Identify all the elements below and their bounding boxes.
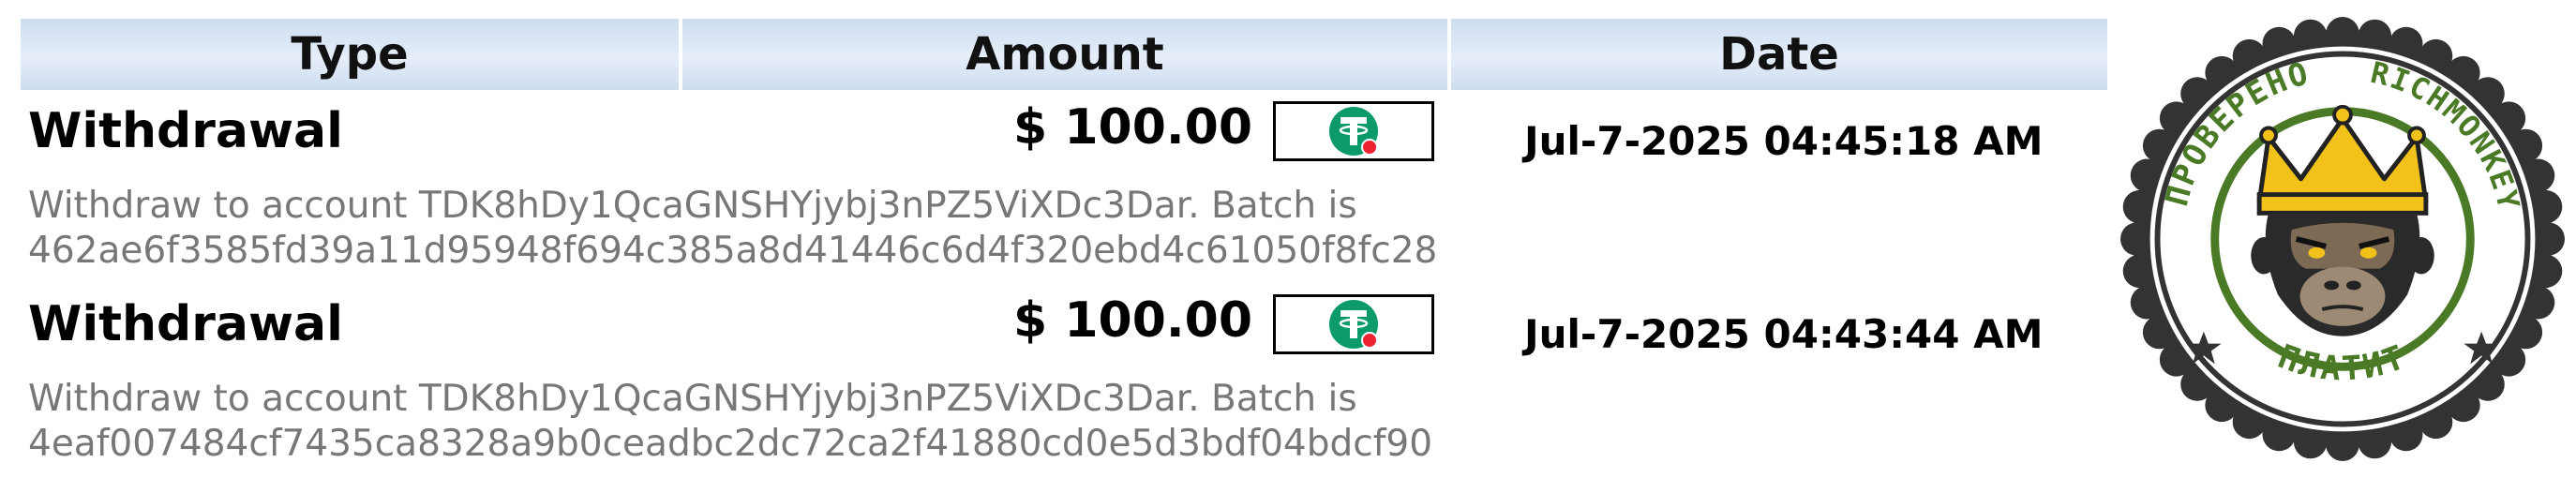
column-header-amount: Amount xyxy=(682,19,1447,90)
transaction-amount: $ 100.00 xyxy=(1013,292,1252,349)
transaction-amount: $ 100.00 xyxy=(1013,99,1252,156)
transaction-description: Withdraw to account TDK8hDy1QcaGNSHYjybj… xyxy=(28,184,1437,274)
transaction-type: Withdrawal xyxy=(28,296,343,352)
transaction-date: Jul-7-2025 04:45:18 AM xyxy=(1524,118,2044,164)
tether-usdt-trc20-icon xyxy=(1329,300,1378,349)
tether-usdt-trc20-icon xyxy=(1329,107,1378,156)
payment-method-badge xyxy=(1273,294,1434,354)
transaction-type: Withdrawal xyxy=(28,103,343,159)
column-header-date: Date xyxy=(1451,19,2107,90)
transaction-description: Withdraw to account TDK8hDy1QcaGNSHYjybj… xyxy=(28,377,1432,467)
verified-seal-badge: ПРОВЕРЕНО RICHMONKEY ПЛАТИТ xyxy=(2120,17,2565,461)
transaction-date: Jul-7-2025 04:43:44 AM xyxy=(1524,311,2044,357)
batch-id: 462ae6f3585fd39a11d95948f694c385a8d41446… xyxy=(28,230,1438,272)
description-line: Withdraw to account TDK8hDy1QcaGNSHYjybj… xyxy=(28,185,1357,227)
column-header-type: Type xyxy=(21,19,679,90)
batch-id: 4eaf007484cf7435ca8328a9b0ceadbc2dc72ca2… xyxy=(28,423,1433,465)
payment-method-badge xyxy=(1273,101,1434,161)
description-line: Withdraw to account TDK8hDy1QcaGNSHYjybj… xyxy=(28,378,1357,420)
